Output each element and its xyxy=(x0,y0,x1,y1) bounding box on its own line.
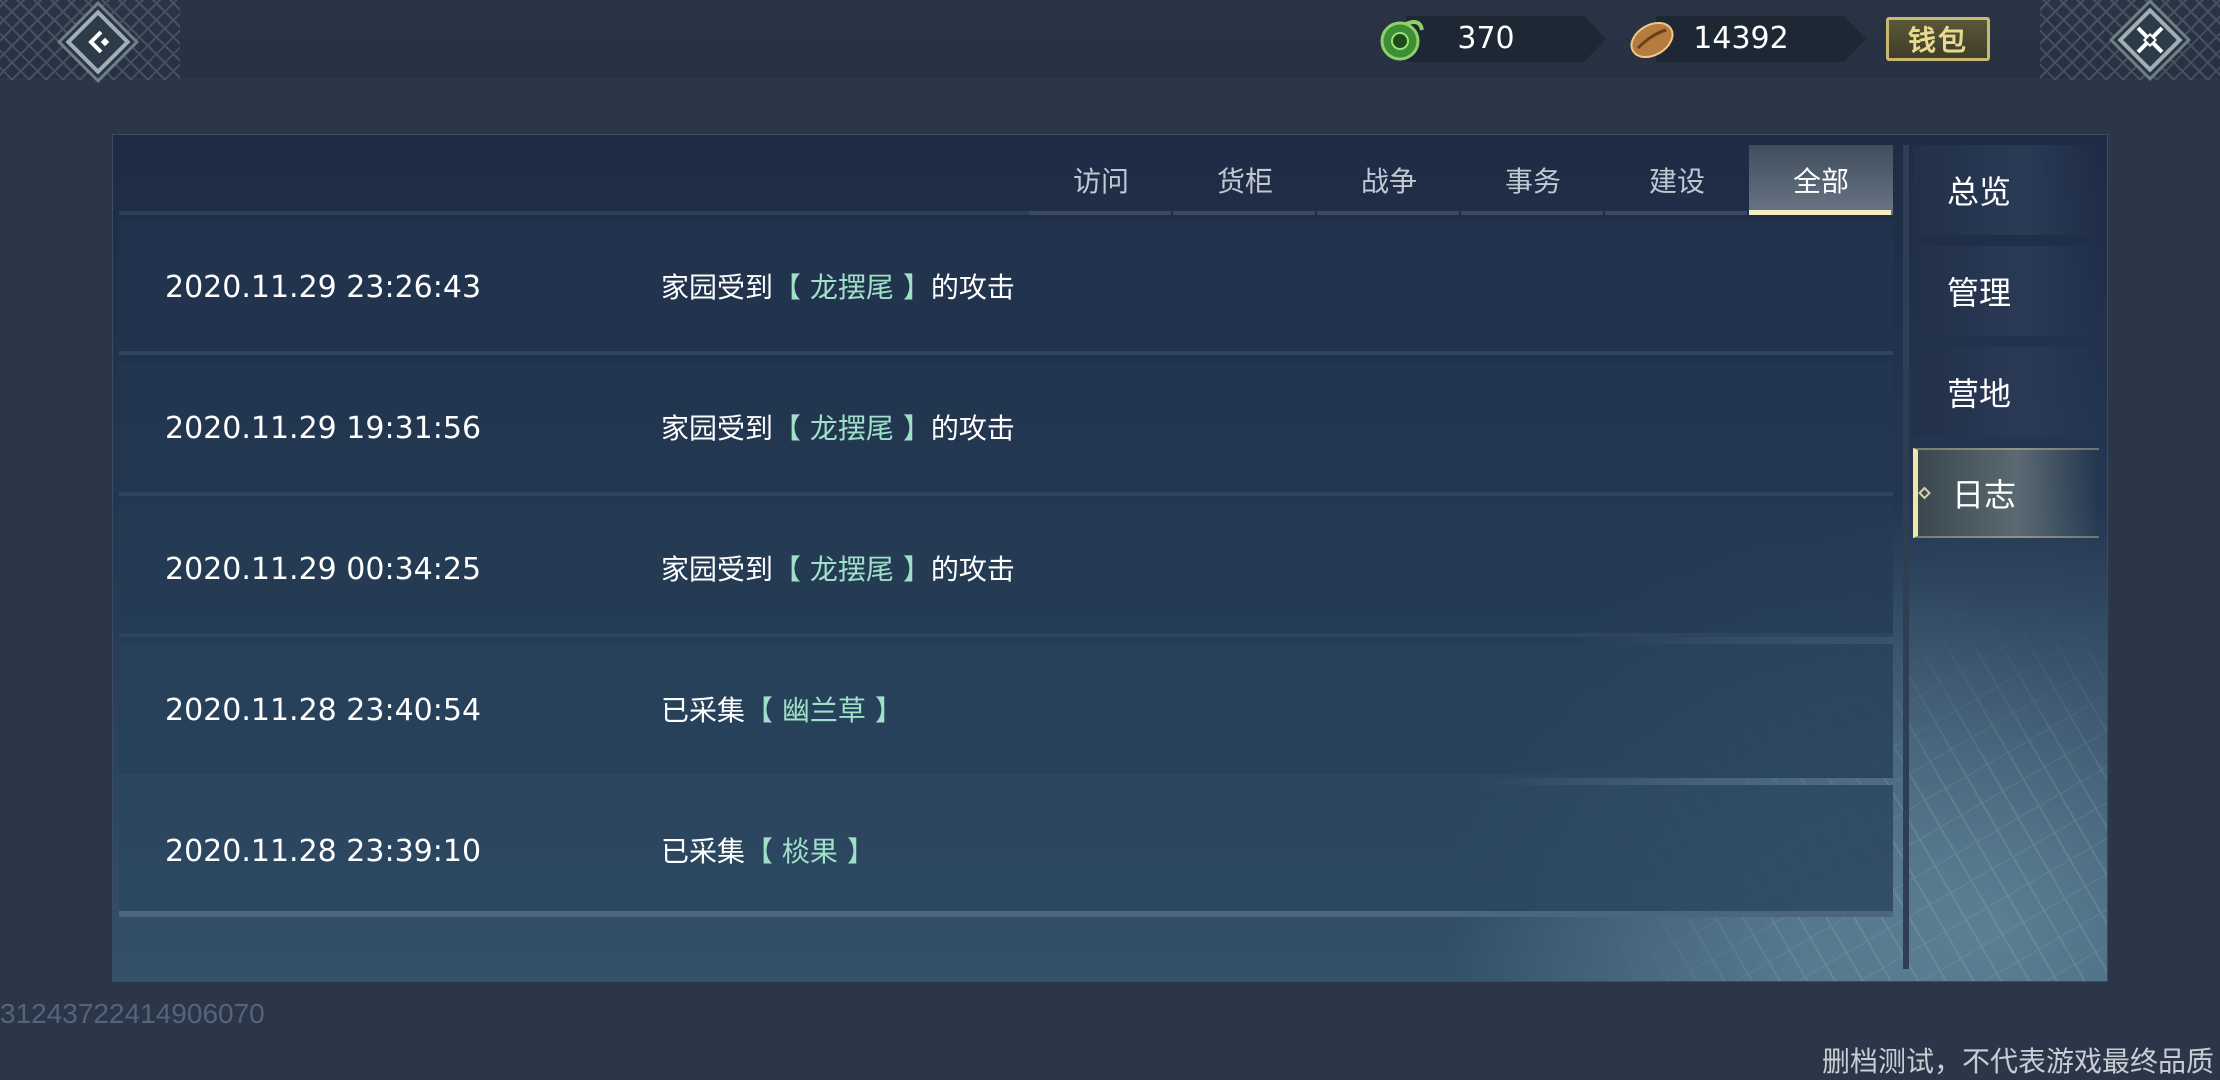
log-message-prefix: 已采集 xyxy=(661,694,746,727)
build-id: 31243722414906070 xyxy=(0,998,265,1029)
jade-coin-icon xyxy=(1380,20,1424,61)
side-item-label: 营地 xyxy=(1947,375,2012,413)
tab-construction[interactable]: 建设 xyxy=(1605,145,1749,215)
tab-visit[interactable]: 访问 xyxy=(1029,145,1173,215)
log-row: 2020.11.29 00:34:25 家园受到【 龙摆尾 】的攻击 xyxy=(119,503,1893,637)
side-item-overview[interactable]: 总览 xyxy=(1913,145,2099,235)
log-message: 家园受到【 龙摆尾 】的攻击 xyxy=(661,503,1015,637)
copper-bean-icon xyxy=(1630,21,1674,59)
side-nav: 总览 管理 营地 日志 xyxy=(1913,145,2107,549)
tab-affairs[interactable]: 事务 xyxy=(1461,145,1605,215)
close-button[interactable] xyxy=(2114,4,2186,76)
log-message: 家园受到【 龙摆尾 】的攻击 xyxy=(661,221,1015,355)
side-item-manage[interactable]: 管理 xyxy=(1913,246,2099,336)
tab-cabinet[interactable]: 货柜 xyxy=(1173,145,1317,215)
log-message: 已采集【 幽兰草 】 xyxy=(661,644,903,778)
side-item-log[interactable]: 日志 xyxy=(1913,448,2099,538)
tab-bar-line xyxy=(119,211,1029,215)
log-message-target: 【 龙摆尾 】 xyxy=(773,553,931,586)
log-row: 2020.11.29 19:31:56 家园受到【 龙摆尾 】的攻击 xyxy=(119,362,1893,496)
log-row: 2020.11.28 23:39:10 已采集【 棪果 】 xyxy=(119,785,1893,911)
log-message-prefix: 家园受到 xyxy=(661,412,774,445)
active-marker-icon xyxy=(1918,486,1931,500)
crossed-swords-close-icon xyxy=(2136,26,2164,54)
back-button[interactable] xyxy=(62,6,134,78)
list-bottom-bar xyxy=(119,911,1893,917)
wallet-button[interactable]: 钱包 xyxy=(1886,17,1990,61)
log-list[interactable]: 2020.11.29 23:26:43 家园受到【 龙摆尾 】的攻击 2020.… xyxy=(119,221,1893,911)
log-timestamp: 2020.11.29 00:34:25 xyxy=(165,552,482,587)
log-row: 2020.11.28 23:40:54 已采集【 幽兰草 】 xyxy=(119,644,1893,778)
side-divider xyxy=(1903,145,1909,969)
log-timestamp: 2020.11.28 23:39:10 xyxy=(165,834,482,869)
side-item-camp[interactable]: 营地 xyxy=(1913,347,2099,437)
log-message-suffix: 的攻击 xyxy=(930,553,1015,586)
side-item-label: 总览 xyxy=(1947,173,2012,211)
log-filter-tabs: 访问 货柜 战争 事务 建设 全部 xyxy=(1029,145,1893,215)
log-timestamp: 2020.11.28 23:40:54 xyxy=(165,693,482,728)
log-timestamp: 2020.11.29 23:26:43 xyxy=(165,270,482,305)
log-message: 家园受到【 龙摆尾 】的攻击 xyxy=(661,362,1015,496)
side-item-label: 日志 xyxy=(1952,476,2017,514)
log-message-target: 【 棪果 】 xyxy=(745,835,875,868)
log-message-target: 【 幽兰草 】 xyxy=(745,694,903,727)
test-disclaimer: 删档测试，不代表游戏最终品质 xyxy=(1821,1045,2214,1078)
log-message-target: 【 龙摆尾 】 xyxy=(773,271,931,304)
log-message-target: 【 龙摆尾 】 xyxy=(773,412,931,445)
copper-amount: 14392 xyxy=(1693,21,1789,56)
tab-war[interactable]: 战争 xyxy=(1317,145,1461,215)
jade-currency: 370 xyxy=(1376,16,1606,62)
log-timestamp: 2020.11.29 19:31:56 xyxy=(165,411,482,446)
log-message-prefix: 家园受到 xyxy=(661,553,774,586)
copper-currency: 14392 xyxy=(1626,16,1866,62)
log-message: 已采集【 棪果 】 xyxy=(661,785,875,911)
side-item-label: 管理 xyxy=(1947,274,2012,312)
log-row: 2020.11.29 23:26:43 家园受到【 龙摆尾 】的攻击 xyxy=(119,221,1893,355)
log-panel: 访问 货柜 战争 事务 建设 全部 2020.11.29 23:26:43 家园… xyxy=(112,134,2108,982)
log-message-prefix: 家园受到 xyxy=(661,271,774,304)
top-bar: 370 14392 钱包 xyxy=(0,0,2220,80)
log-message-suffix: 的攻击 xyxy=(930,412,1015,445)
back-arrow-icon xyxy=(88,30,110,54)
tab-all[interactable]: 全部 xyxy=(1749,145,1893,215)
log-message-prefix: 已采集 xyxy=(661,835,746,868)
log-message-suffix: 的攻击 xyxy=(930,271,1015,304)
jade-amount: 370 xyxy=(1457,21,1515,56)
